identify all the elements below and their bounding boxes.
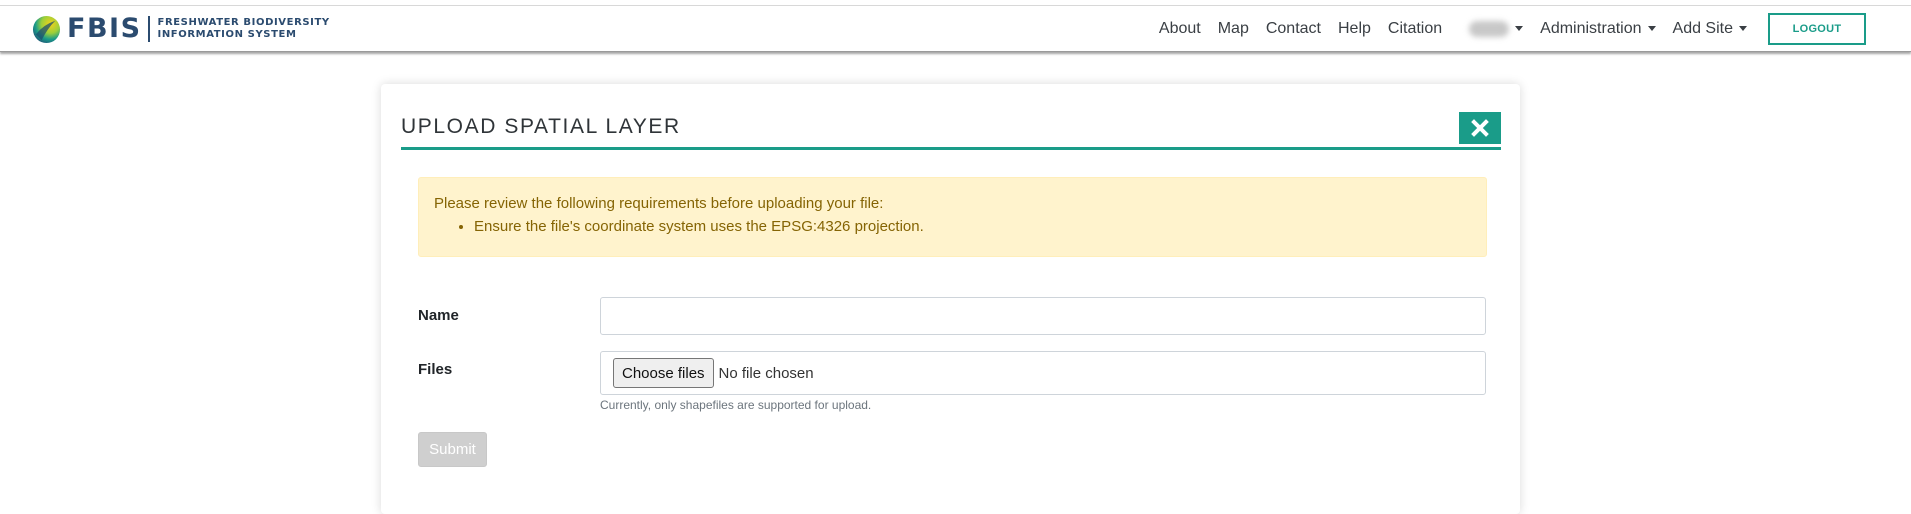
chevron-down-icon [1647, 26, 1656, 31]
brand-name: FBIS [67, 13, 142, 44]
name-input[interactable] [600, 297, 1486, 335]
alert-intro: Please review the following requirements… [434, 195, 884, 212]
nav-menu: About Map Contact Help Citation Administ… [1159, 6, 1911, 51]
upload-card: UPLOAD SPATIAL LAYER Please review the f… [381, 84, 1520, 514]
files-help-text: Currently, only shapefiles are supported… [600, 398, 872, 412]
alert-list: Ensure the file's coordinate system uses… [434, 217, 1471, 237]
file-status: No file chosen [718, 364, 814, 382]
nav-add-site-label: Add Site [1672, 19, 1733, 37]
chevron-down-icon [1515, 26, 1524, 31]
user-avatar [1469, 20, 1510, 37]
nav-contact[interactable]: Contact [1266, 20, 1321, 38]
choose-files-button[interactable]: Choose files [613, 358, 714, 388]
nav-administration-label: Administration [1540, 19, 1642, 37]
brand-subtitle-line2: INFORMATION SYSTEM [157, 29, 297, 40]
nav-administration[interactable]: Administration [1540, 19, 1656, 38]
page-title: UPLOAD SPATIAL LAYER [401, 115, 681, 138]
nav-user-menu[interactable] [1459, 20, 1524, 37]
navbar: FBIS FRESHWATER BIODIVERSITY INFORMATION… [0, 6, 1911, 52]
brand-subtitle-line1: FRESHWATER BIODIVERSITY [157, 17, 330, 28]
alert-item: Ensure the file's coordinate system uses… [474, 217, 1471, 237]
chevron-down-icon [1739, 26, 1747, 31]
logout-button[interactable]: LOGOUT [1768, 12, 1866, 45]
close-icon [1471, 119, 1489, 137]
brand-link[interactable]: FBIS FRESHWATER BIODIVERSITY INFORMATION… [32, 13, 330, 45]
name-label: Name [418, 307, 459, 324]
fbis-logo-icon [32, 15, 61, 43]
submit-button[interactable]: Submit [418, 432, 487, 467]
nav-about[interactable]: About [1159, 20, 1201, 38]
files-input[interactable]: Choose files No file chosen [600, 351, 1486, 395]
nav-help[interactable]: Help [1338, 20, 1371, 38]
title-divider [401, 147, 1501, 150]
nav-citation[interactable]: Citation [1388, 20, 1442, 38]
brand-divider [147, 16, 150, 42]
nav-add-site[interactable]: Add Site [1673, 20, 1747, 38]
brand-subtitle: FRESHWATER BIODIVERSITY INFORMATION SYST… [158, 17, 330, 41]
requirements-alert: Please review the following requirements… [418, 177, 1487, 257]
nav-map[interactable]: Map [1218, 20, 1249, 38]
files-label: Files [418, 361, 453, 378]
close-button[interactable] [1459, 112, 1501, 144]
